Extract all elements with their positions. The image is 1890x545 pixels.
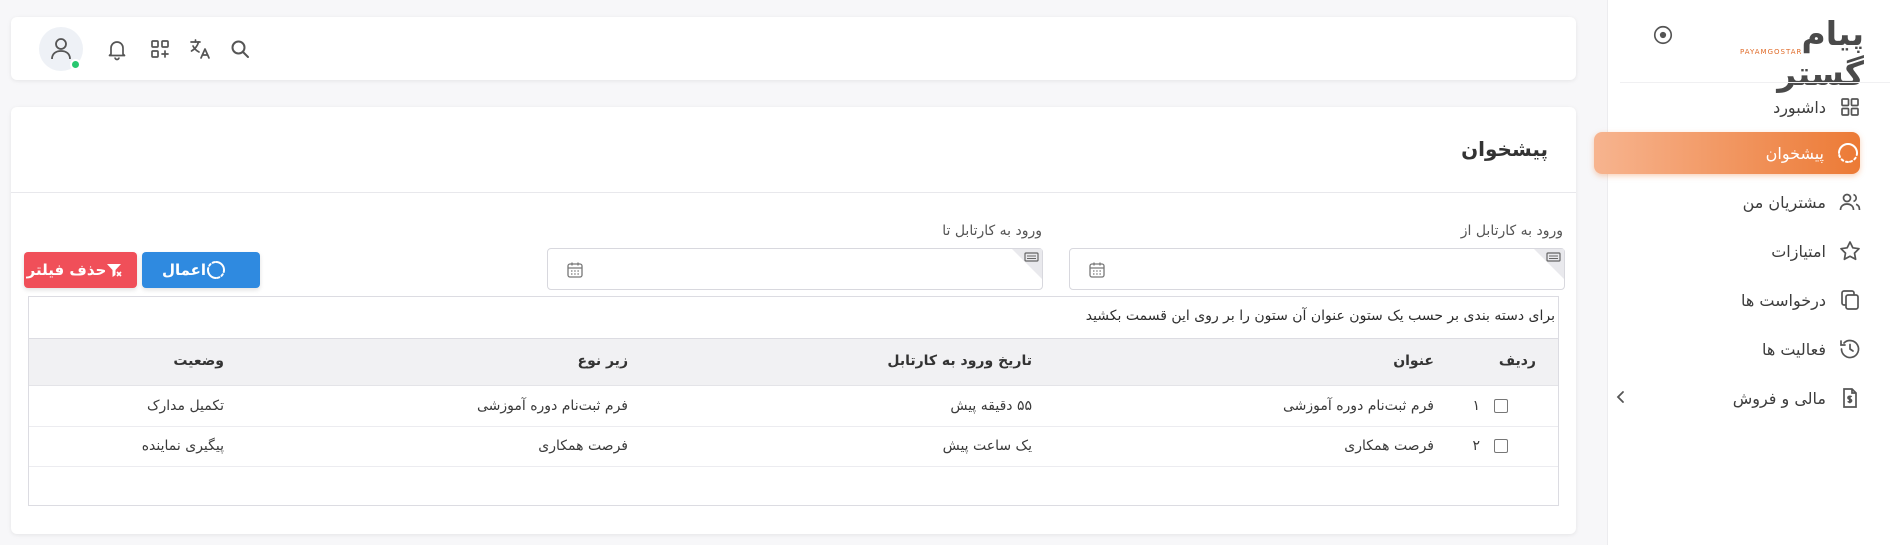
column-header-title[interactable]: عنوان	[1393, 353, 1434, 369]
cell-subtype: فرم ثبت‌نام دوره آموزشی	[476, 398, 628, 414]
brand-subtitle: PAYAMGOSTAR	[1740, 48, 1803, 56]
sidebar: پیام گستر PAYAMGOSTAR داشبورد پیشخوان مش…	[1594, 0, 1890, 545]
cell-title: فرصت همکاری	[1344, 438, 1434, 454]
from-date-label: ورود به کارتابل از	[1460, 223, 1563, 239]
search-icon[interactable]	[228, 37, 252, 61]
sidebar-item-customers[interactable]: مشتریان من	[1597, 180, 1862, 224]
avatar[interactable]	[39, 27, 83, 71]
cell-title: فرم ثبت‌نام دوره آموزشی	[1282, 398, 1434, 414]
sidebar-item-label: امتیازات	[1771, 241, 1826, 261]
row-checkbox[interactable]	[1494, 439, 1508, 453]
add-app-icon[interactable]	[148, 37, 172, 61]
apply-label: اعمال	[161, 261, 207, 279]
sidebar-item-points[interactable]: امتیازات	[1597, 229, 1862, 273]
sidebar-item-desk[interactable]: پیشخوان	[1594, 132, 1860, 174]
filter-remove-icon	[106, 262, 122, 278]
star-icon	[1838, 239, 1862, 263]
sidebar-item-label: مشتریان من	[1742, 192, 1826, 212]
cell-status: پیگیری نماینده	[141, 438, 224, 454]
cell-subtype: فرصت همکاری	[538, 438, 628, 454]
online-status-dot	[70, 59, 81, 70]
page-title: پیشخوان	[1461, 137, 1548, 161]
from-date-input[interactable]	[1069, 248, 1565, 290]
loader-icon	[1836, 141, 1860, 165]
row-checkbox[interactable]	[1494, 399, 1508, 413]
top-bar	[11, 17, 1576, 80]
translate-icon[interactable]	[188, 37, 212, 61]
group-by-drop-zone[interactable]: برای دسته بندی بر حسب یک ستون عنوان آن س…	[1086, 308, 1555, 324]
bell-icon[interactable]	[105, 37, 129, 61]
table-row[interactable]: ۲ فرصت همکاری یک ساعت پیش فرصت همکاری پی…	[29, 427, 1558, 467]
sidebar-item-finance[interactable]: مالی و فروش	[1597, 376, 1862, 420]
clear-filter-button[interactable]: حذف فیلتر	[24, 252, 137, 288]
sidebar-item-label: مالی و فروش	[1732, 388, 1826, 408]
grid-header: ردیف عنوان تاریخ ورود به کارتابل زیر نوع…	[29, 338, 1558, 386]
apply-filter-button[interactable]: اعمال	[142, 252, 260, 288]
card-divider	[11, 192, 1576, 193]
invoice-icon	[1838, 386, 1862, 410]
to-date-label: ورود به کارتابل تا	[942, 223, 1042, 239]
sidebar-toggle-icon[interactable]	[1652, 24, 1674, 46]
brand-logo[interactable]: پیام گستر PAYAMGOSTAR	[1734, 14, 1865, 93]
history-icon	[1838, 337, 1862, 361]
column-header-subtype[interactable]: زیر نوع	[578, 353, 629, 369]
users-icon	[1838, 190, 1862, 214]
chevron-left-icon[interactable]	[1613, 389, 1629, 405]
sidebar-item-label: درخواست ها	[1741, 290, 1826, 310]
sidebar-item-dashboard[interactable]: داشبورد	[1597, 85, 1862, 129]
sidebar-item-activities[interactable]: فعالیت ها	[1597, 327, 1862, 371]
grid-icon	[1838, 95, 1862, 119]
cell-status: تکمیل مدارک	[146, 398, 224, 414]
to-date-input[interactable]	[547, 248, 1043, 290]
cell-index: ۲	[1472, 438, 1480, 454]
calendar-icon[interactable]	[566, 261, 584, 279]
sidebar-item-label: داشبورد	[1773, 97, 1826, 117]
refresh-icon	[206, 260, 226, 280]
sidebar-divider	[1620, 82, 1890, 83]
copy-icon	[1838, 288, 1862, 312]
column-header-date[interactable]: تاریخ ورود به کارتابل	[887, 353, 1032, 369]
column-header-status[interactable]: وضعیت	[173, 353, 224, 369]
cell-date: یک ساعت پیش	[942, 438, 1032, 454]
keyboard-icon[interactable]	[1012, 249, 1042, 279]
sidebar-item-label: پیشخوان	[1765, 143, 1824, 163]
calendar-icon[interactable]	[1088, 261, 1106, 279]
clear-label: حذف فیلتر	[26, 261, 107, 279]
cell-date: ۵۵ دقیقه پیش	[950, 398, 1032, 414]
column-header-index[interactable]: ردیف	[1499, 353, 1536, 369]
desk-grid: برای دسته بندی بر حسب یک ستون عنوان آن س…	[28, 296, 1559, 506]
cell-index: ۱	[1472, 398, 1480, 414]
sidebar-item-requests[interactable]: درخواست ها	[1597, 278, 1862, 322]
table-row[interactable]: ۱ فرم ثبت‌نام دوره آموزشی ۵۵ دقیقه پیش ف…	[29, 387, 1558, 427]
keyboard-icon[interactable]	[1534, 249, 1564, 279]
sidebar-item-label: فعالیت ها	[1761, 339, 1826, 359]
desk-card: پیشخوان ورود به کارتابل از ورود به کارتا…	[11, 107, 1576, 534]
